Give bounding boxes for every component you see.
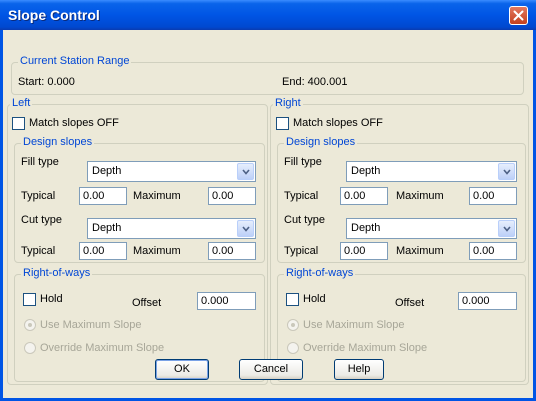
right-legend: Right: [273, 97, 303, 109]
left-hold-checkbox[interactable]: [23, 293, 36, 306]
right-cut-maximum-input[interactable]: [469, 242, 517, 260]
left-fill-maximum-input[interactable]: [208, 187, 256, 205]
right-fill-typical-label: Typical: [284, 190, 319, 202]
right-group: Right Match slopes OFF Design slopes Fil…: [270, 97, 529, 385]
right-use-max-slope-label: Use Maximum Slope: [303, 319, 405, 331]
left-right-of-ways-legend: Right-of-ways: [21, 267, 93, 279]
left-group: Left Match slopes OFF Design slopes Fill…: [7, 97, 268, 385]
left-hold-label: Hold: [40, 293, 63, 305]
left-cut-typical-input[interactable]: [79, 242, 127, 260]
left-fill-maximum-label: Maximum: [133, 190, 181, 202]
chevron-down-icon[interactable]: [498, 220, 515, 237]
window-title: Slope Control: [8, 7, 100, 23]
left-use-max-slope-radio[interactable]: [24, 319, 36, 331]
right-use-max-slope-radio[interactable]: [287, 319, 299, 331]
close-icon: [513, 10, 524, 21]
right-design-slopes-legend: Design slopes: [284, 136, 358, 148]
left-fill-type-label: Fill type: [21, 156, 59, 168]
left-fill-typical-input[interactable]: [79, 187, 127, 205]
ok-button[interactable]: OK: [155, 359, 209, 380]
left-offset-label: Offset: [132, 297, 162, 309]
left-fill-type-dropdown[interactable]: Depth: [87, 161, 256, 182]
right-fill-type-label: Fill type: [284, 156, 322, 168]
cancel-button[interactable]: Cancel: [239, 359, 303, 380]
right-fill-maximum-input[interactable]: [469, 187, 517, 205]
left-cut-maximum-input[interactable]: [208, 242, 256, 260]
dialog-window: Slope Control Current Station Range Star…: [0, 0, 536, 401]
chevron-down-icon[interactable]: [237, 220, 254, 237]
help-button[interactable]: Help: [334, 359, 384, 380]
right-override-max-slope-radio[interactable]: [287, 342, 299, 354]
title-bar[interactable]: Slope Control: [0, 0, 536, 30]
chevron-down-icon[interactable]: [498, 163, 515, 180]
left-cut-type-value: Depth: [92, 222, 122, 234]
dialog-client-area: Current Station Range Start: 0.000 End: …: [3, 30, 533, 398]
right-cut-maximum-label: Maximum: [396, 245, 444, 257]
right-design-slopes-group: Design slopes Fill type Depth Typical Ma…: [277, 136, 526, 263]
radio-selected-dot: [291, 323, 295, 327]
right-offset-label: Offset: [395, 297, 425, 309]
end-station-text: End: 400.001: [282, 76, 348, 88]
close-button[interactable]: [509, 6, 528, 25]
right-right-of-ways-legend: Right-of-ways: [284, 267, 356, 279]
right-match-slopes-checkbox[interactable]: [276, 117, 289, 130]
left-fill-typical-label: Typical: [21, 190, 56, 202]
left-cut-type-dropdown[interactable]: Depth: [87, 218, 256, 239]
station-range-legend: Current Station Range: [18, 55, 132, 67]
right-right-of-ways-group: Right-of-ways Hold Offset Use Maximum Sl…: [277, 267, 526, 382]
start-station-text: Start: 0.000: [18, 76, 75, 88]
right-hold-label: Hold: [303, 293, 326, 305]
left-match-slopes-label: Match slopes OFF: [29, 117, 119, 129]
right-override-max-slope-label: Override Maximum Slope: [303, 342, 428, 354]
left-use-max-slope-label: Use Maximum Slope: [40, 319, 142, 331]
left-fill-type-value: Depth: [92, 165, 122, 177]
station-range-group: Current Station Range Start: 0.000 End: …: [11, 55, 524, 95]
right-cut-type-label: Cut type: [284, 214, 325, 226]
left-override-max-slope-label: Override Maximum Slope: [40, 342, 165, 354]
chevron-down-icon[interactable]: [237, 163, 254, 180]
right-cut-typical-label: Typical: [284, 245, 319, 257]
right-hold-checkbox[interactable]: [286, 293, 299, 306]
right-offset-input[interactable]: [458, 292, 517, 310]
left-legend: Left: [10, 97, 33, 109]
right-cut-typical-input[interactable]: [340, 242, 388, 260]
left-design-slopes-legend: Design slopes: [21, 136, 95, 148]
right-cut-type-value: Depth: [351, 222, 381, 234]
left-match-slopes-checkbox[interactable]: [12, 117, 25, 130]
right-fill-type-dropdown[interactable]: Depth: [346, 161, 517, 182]
left-override-max-slope-radio[interactable]: [24, 342, 36, 354]
radio-selected-dot: [28, 323, 32, 327]
left-cut-typical-label: Typical: [21, 245, 56, 257]
right-cut-type-dropdown[interactable]: Depth: [346, 218, 517, 239]
left-right-of-ways-group: Right-of-ways Hold Offset Use Maximum Sl…: [14, 267, 265, 382]
left-offset-input[interactable]: [197, 292, 256, 310]
right-fill-typical-input[interactable]: [340, 187, 388, 205]
right-fill-type-value: Depth: [351, 165, 381, 177]
right-fill-maximum-label: Maximum: [396, 190, 444, 202]
left-cut-maximum-label: Maximum: [133, 245, 181, 257]
left-design-slopes-group: Design slopes Fill type Depth Typical Ma…: [14, 136, 265, 263]
right-match-slopes-label: Match slopes OFF: [293, 117, 383, 129]
left-cut-type-label: Cut type: [21, 214, 62, 226]
